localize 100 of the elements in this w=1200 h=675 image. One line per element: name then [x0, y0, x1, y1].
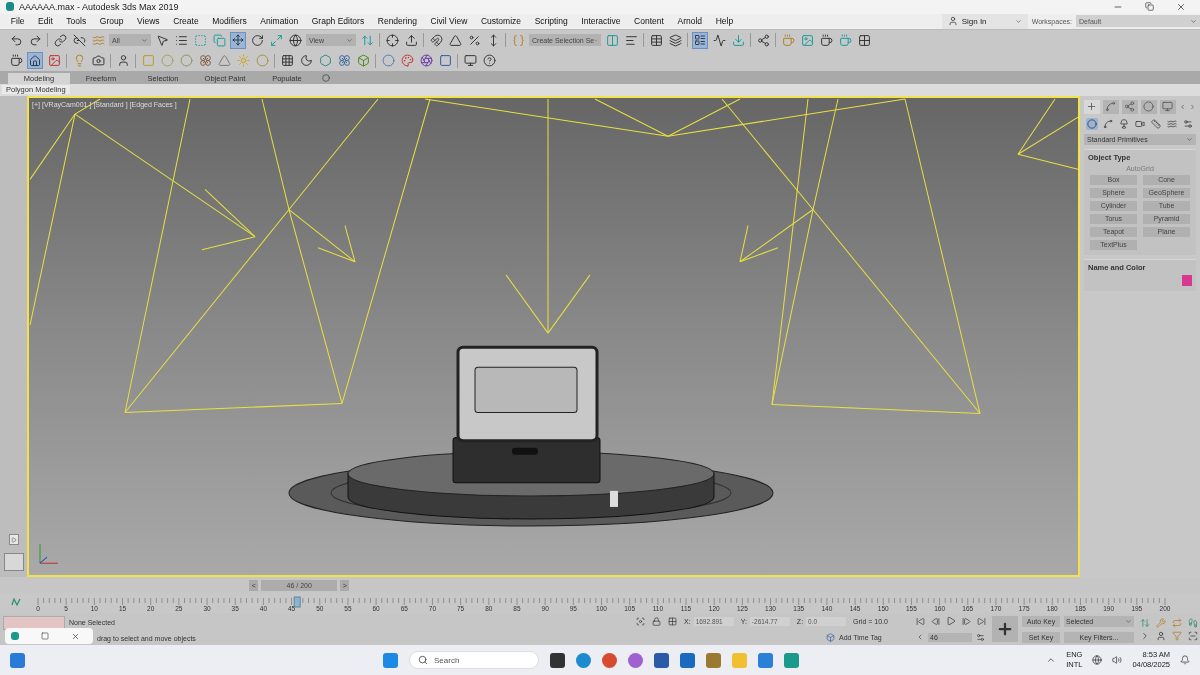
previous-frame-icon[interactable]	[931, 616, 940, 626]
undo-icon[interactable]	[9, 33, 23, 47]
palette-icon[interactable]	[400, 54, 414, 68]
pointer-icon[interactable]	[155, 33, 169, 47]
hexagon-icon[interactable]	[318, 54, 332, 68]
menu-item[interactable]: Rendering	[370, 16, 424, 27]
angle-icon[interactable]	[448, 33, 462, 47]
category-button[interactable]	[1118, 117, 1130, 130]
go-to-end-icon[interactable]	[977, 616, 986, 626]
align-icon[interactable]	[624, 33, 638, 47]
menu-item[interactable]: Customize	[474, 16, 528, 27]
walk-icon[interactable]	[1188, 617, 1198, 628]
command-panel-tab[interactable]	[1084, 99, 1100, 114]
chevron-up-icon[interactable]	[1046, 655, 1057, 665]
cup-icon[interactable]	[9, 54, 23, 68]
flower-icon[interactable]	[198, 54, 212, 68]
expand-button[interactable]	[8, 534, 19, 546]
next-frame-icon[interactable]	[962, 616, 971, 626]
moon-icon[interactable]	[299, 54, 313, 68]
dashed-square-icon[interactable]	[193, 33, 207, 47]
volume-icon[interactable]	[1112, 655, 1123, 665]
menu-item[interactable]: Animation	[253, 16, 305, 27]
category-button[interactable]	[1102, 117, 1114, 130]
help-icon[interactable]	[482, 54, 496, 68]
maxscript-listener-field[interactable]	[3, 615, 65, 630]
cone-icon[interactable]	[217, 54, 231, 68]
box-icon[interactable]	[356, 54, 370, 68]
grid-icon[interactable]	[857, 33, 871, 47]
grid-icon[interactable]	[280, 54, 294, 68]
set-key-button[interactable]	[992, 616, 1018, 643]
link-icon[interactable]	[53, 33, 67, 47]
circle-icon[interactable]	[179, 54, 193, 68]
play-icon[interactable]	[946, 616, 956, 627]
menu-item[interactable]: Graph Editors	[304, 16, 371, 27]
menu-item[interactable]: Scripting	[527, 16, 575, 27]
search-field[interactable]: Search	[409, 651, 539, 669]
menu-item[interactable]: Group	[93, 16, 131, 27]
redo-icon[interactable]	[28, 33, 42, 47]
network-icon[interactable]	[1092, 655, 1103, 665]
list-icon[interactable]	[174, 33, 188, 47]
up-arrow-icon[interactable]	[404, 33, 418, 47]
menu-item[interactable]: Tools	[59, 16, 93, 27]
close-icon[interactable]	[71, 631, 80, 641]
person-icon[interactable]	[1156, 630, 1166, 641]
curve-icon[interactable]	[11, 597, 21, 607]
camera-icon[interactable]	[91, 54, 105, 68]
close-icon[interactable]	[1176, 2, 1186, 12]
pivot-icon[interactable]	[385, 33, 399, 47]
menu-item[interactable]: Create	[166, 16, 206, 27]
menu-item[interactable]: Edit	[31, 16, 60, 27]
notification-icon[interactable]	[1180, 655, 1190, 665]
scale-icon[interactable]	[269, 33, 283, 47]
category-button[interactable]	[1086, 117, 1098, 130]
move-icon[interactable]	[232, 34, 244, 47]
menu-item[interactable]: File	[4, 16, 32, 27]
image-icon[interactable]	[47, 54, 61, 68]
curve-icon[interactable]	[712, 33, 726, 47]
unlink-icon[interactable]	[72, 33, 86, 47]
square-icon[interactable]	[438, 54, 452, 68]
layers-icon[interactable]	[668, 33, 682, 47]
command-panel-tab[interactable]	[1140, 99, 1157, 114]
category-button[interactable]	[1166, 117, 1178, 130]
menu-item[interactable]: Civil View	[423, 16, 475, 27]
person-icon[interactable]	[116, 54, 130, 68]
category-button[interactable]	[1182, 117, 1194, 130]
menu-item[interactable]: Views	[130, 16, 167, 27]
braces-icon[interactable]	[511, 33, 525, 47]
scroll-right-icon[interactable]	[1188, 102, 1197, 111]
globe-icon[interactable]	[288, 33, 302, 47]
monitor-icon[interactable]	[463, 54, 477, 68]
menu-item[interactable]: Help	[708, 16, 740, 27]
table-icon[interactable]	[649, 33, 663, 47]
color-swatch[interactable]	[1182, 274, 1192, 286]
circle-icon[interactable]	[255, 54, 269, 68]
scroll-left-icon[interactable]	[1178, 102, 1186, 111]
menu-item[interactable]: Modifiers	[205, 16, 254, 27]
maximize-viewport-icon[interactable]	[1188, 630, 1198, 641]
waves-icon[interactable]	[91, 33, 105, 47]
go-to-start-icon[interactable]	[916, 616, 925, 626]
image-icon[interactable]	[800, 33, 814, 47]
sphere-icon[interactable]	[381, 54, 395, 68]
menu-item[interactable]: Interactive	[574, 16, 628, 27]
viewport-layout-button[interactable]	[3, 553, 24, 572]
rotate-icon[interactable]	[250, 33, 264, 47]
nodes-icon[interactable]	[756, 33, 770, 47]
category-button[interactable]	[1150, 117, 1162, 130]
taskbar-preview-popup[interactable]	[5, 628, 93, 645]
percent-icon[interactable]	[467, 33, 481, 47]
download-icon[interactable]	[731, 33, 745, 47]
maximize-icon[interactable]	[41, 632, 49, 641]
aperture-icon[interactable]	[419, 54, 433, 68]
house-icon[interactable]	[29, 54, 41, 67]
flower-icon[interactable]	[337, 54, 351, 68]
command-panel-tab[interactable]	[1159, 99, 1176, 114]
command-panel-tab[interactable]	[1121, 99, 1138, 114]
menu-item[interactable]: Content	[627, 16, 671, 27]
menu-item[interactable]: Arnold	[670, 16, 709, 27]
lock-icon[interactable]	[652, 616, 661, 626]
cup-icon[interactable]	[819, 33, 833, 47]
restore-icon[interactable]	[1145, 2, 1154, 12]
